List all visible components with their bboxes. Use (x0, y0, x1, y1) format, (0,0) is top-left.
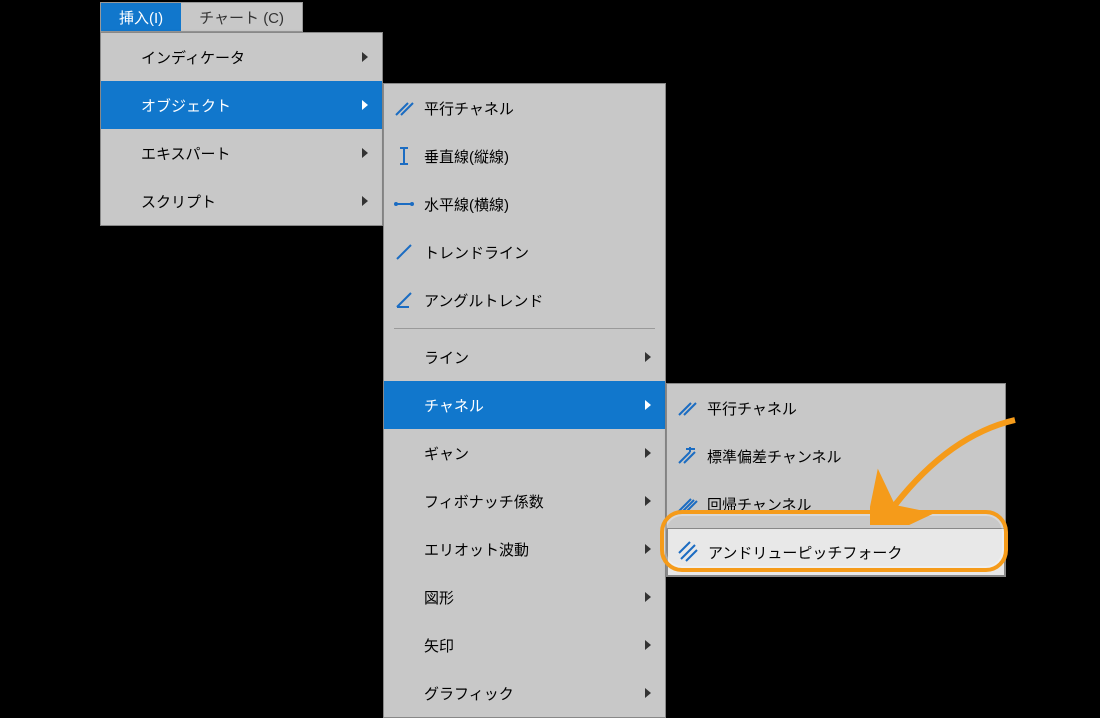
horizontal-line-icon (392, 192, 416, 216)
mi-gann-label: ギャン (424, 443, 469, 464)
mi-graphic[interactable]: グラフィック (384, 669, 665, 717)
mi-channel-parallel-label: 平行チャネル (707, 398, 797, 419)
mi-indicators-label: インディケータ (141, 47, 245, 68)
separator (394, 328, 655, 329)
chevron-right-icon (645, 496, 651, 506)
menu-tab-insert[interactable]: 挿入(I) (101, 3, 181, 31)
chevron-right-icon (362, 148, 368, 158)
menubar: 挿入(I) チャート (C) (100, 2, 303, 32)
mi-scripts[interactable]: スクリプト (101, 177, 382, 225)
mi-shapes[interactable]: 図形 (384, 573, 665, 621)
chevron-right-icon (645, 352, 651, 362)
vertical-line-icon (392, 144, 416, 168)
menu-channel: 平行チャネル 標準偏差チャンネル 回帰チャンネル アンドリューピッチフォーク (666, 383, 1006, 577)
mi-experts[interactable]: エキスパート (101, 129, 382, 177)
chevron-right-icon (362, 196, 368, 206)
mi-andrews-pitchfork[interactable]: アンドリューピッチフォーク (667, 528, 1005, 576)
regression-channel-icon (675, 492, 699, 516)
mi-angle-trend-label: アングルトレンド (424, 290, 543, 311)
mi-parallel-channel[interactable]: 平行チャネル (384, 84, 665, 132)
chevron-right-icon (362, 100, 368, 110)
mi-channel-regression[interactable]: 回帰チャンネル (667, 480, 1005, 528)
parallel-channel-icon (675, 396, 699, 420)
mi-graphic-label: グラフィック (424, 683, 514, 704)
chevron-right-icon (645, 640, 651, 650)
trendline-icon (392, 240, 416, 264)
menu-objects: 平行チャネル 垂直線(縦線) 水平線(横線) トレンドライン アングルトレンド … (383, 83, 666, 718)
chevron-right-icon (645, 688, 651, 698)
mi-vertical-line-label: 垂直線(縦線) (424, 146, 509, 167)
menu-tab-chart-label: チャート (C) (199, 7, 284, 28)
chevron-right-icon (645, 544, 651, 554)
mi-shapes-label: 図形 (424, 587, 454, 608)
mi-gann[interactable]: ギャン (384, 429, 665, 477)
andrews-pitchfork-icon (676, 540, 700, 564)
parallel-channel-icon (392, 96, 416, 120)
menu-insert: インディケータ オブジェクト エキスパート スクリプト (100, 32, 383, 226)
mi-experts-label: エキスパート (141, 143, 231, 164)
mi-objects-label: オブジェクト (141, 95, 231, 116)
mi-scripts-label: スクリプト (141, 191, 216, 212)
mi-elliott-label: エリオット波動 (424, 539, 529, 560)
mi-vertical-line[interactable]: 垂直線(縦線) (384, 132, 665, 180)
stddev-channel-icon (675, 444, 699, 468)
mi-channel-regression-label: 回帰チャンネル (707, 494, 812, 515)
mi-indicators[interactable]: インディケータ (101, 33, 382, 81)
mi-objects[interactable]: オブジェクト (101, 81, 382, 129)
mi-channel-stddev-label: 標準偏差チャンネル (707, 446, 842, 467)
mi-channel[interactable]: チャネル (384, 381, 665, 429)
mi-trendline-label: トレンドライン (424, 242, 529, 263)
angle-trend-icon (392, 288, 416, 312)
mi-arrows[interactable]: 矢印 (384, 621, 665, 669)
mi-andrews-pitchfork-label: アンドリューピッチフォーク (708, 542, 902, 563)
chevron-right-icon (645, 448, 651, 458)
mi-fibonacci-label: フィボナッチ係数 (424, 491, 544, 512)
mi-line-label: ライン (424, 347, 469, 368)
menu-tab-insert-label: 挿入(I) (119, 7, 163, 28)
chevron-right-icon (645, 400, 651, 410)
mi-angle-trend[interactable]: アングルトレンド (384, 276, 665, 324)
mi-fibonacci[interactable]: フィボナッチ係数 (384, 477, 665, 525)
mi-elliott[interactable]: エリオット波動 (384, 525, 665, 573)
mi-horizontal-line[interactable]: 水平線(横線) (384, 180, 665, 228)
chevron-right-icon (645, 592, 651, 602)
mi-parallel-channel-label: 平行チャネル (424, 98, 514, 119)
mi-line[interactable]: ライン (384, 333, 665, 381)
mi-trendline[interactable]: トレンドライン (384, 228, 665, 276)
mi-channel-stddev[interactable]: 標準偏差チャンネル (667, 432, 1005, 480)
mi-channel-label: チャネル (424, 395, 484, 416)
menu-tab-chart[interactable]: チャート (C) (181, 3, 302, 31)
chevron-right-icon (362, 52, 368, 62)
mi-horizontal-line-label: 水平線(横線) (424, 194, 509, 215)
mi-arrows-label: 矢印 (424, 635, 454, 656)
mi-channel-parallel[interactable]: 平行チャネル (667, 384, 1005, 432)
